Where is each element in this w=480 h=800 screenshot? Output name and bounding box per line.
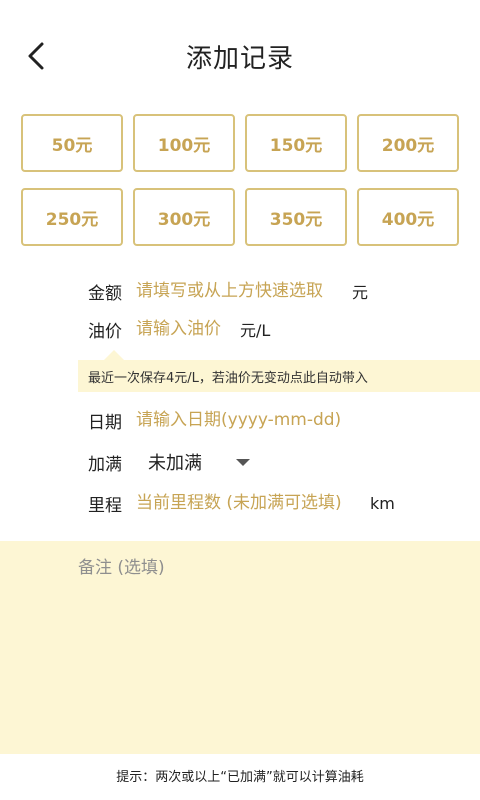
fuel-hint: 提示：两次或以上“已加满”就可以计算油耗 (116, 770, 364, 785)
last-price-tip[interactable]: 最近一次保存4元/L，若油价无变动点此自动带入 (78, 350, 480, 392)
price-row: 油价 元/L (88, 314, 270, 344)
mileage-unit: km (370, 493, 395, 513)
full-tank-label: 加满 (88, 454, 122, 475)
amount-option-400[interactable]: 400元 (357, 188, 459, 246)
amount-option-250[interactable]: 250元 (21, 188, 123, 246)
amount-label: 金额 (88, 283, 122, 304)
amount-option-50[interactable]: 50元 (21, 114, 123, 172)
amount-row: 金额 元 (88, 276, 368, 306)
page-title: 添加记录 (185, 44, 294, 74)
add-record-page: 添加记录 50元 100元 150元 200元 250元 300元 350元 4… (0, 0, 480, 800)
amount-option-100[interactable]: 100元 (133, 114, 235, 172)
date-row: 日期 (88, 405, 348, 435)
amount-unit: 元 (352, 283, 369, 302)
notes-area (0, 541, 480, 754)
amount-option-200[interactable]: 200元 (357, 114, 459, 172)
amount-option-300[interactable]: 300元 (133, 188, 235, 246)
notes-input[interactable] (78, 553, 458, 743)
date-input[interactable] (136, 410, 348, 430)
full-tank-value: 未加满 (148, 453, 202, 474)
price-label: 油价 (88, 321, 122, 342)
price-unit: 元/L (240, 321, 271, 340)
date-label: 日期 (88, 412, 122, 433)
quick-amount-grid: 50元 100元 150元 200元 250元 300元 350元 400元 (21, 114, 461, 246)
amount-input[interactable] (136, 281, 344, 301)
full-tank-row: 加满 未加满 (88, 447, 250, 477)
amount-option-350[interactable]: 350元 (245, 188, 347, 246)
mileage-input[interactable] (136, 493, 362, 513)
dropdown-arrow-icon (236, 458, 250, 466)
amount-option-150[interactable]: 150元 (245, 114, 347, 172)
header: 添加记录 (0, 0, 480, 112)
full-tank-select[interactable]: 未加满 (148, 449, 250, 475)
mileage-row: 里程 km (88, 488, 395, 518)
price-input[interactable] (136, 319, 232, 339)
mileage-label: 里程 (88, 495, 122, 516)
